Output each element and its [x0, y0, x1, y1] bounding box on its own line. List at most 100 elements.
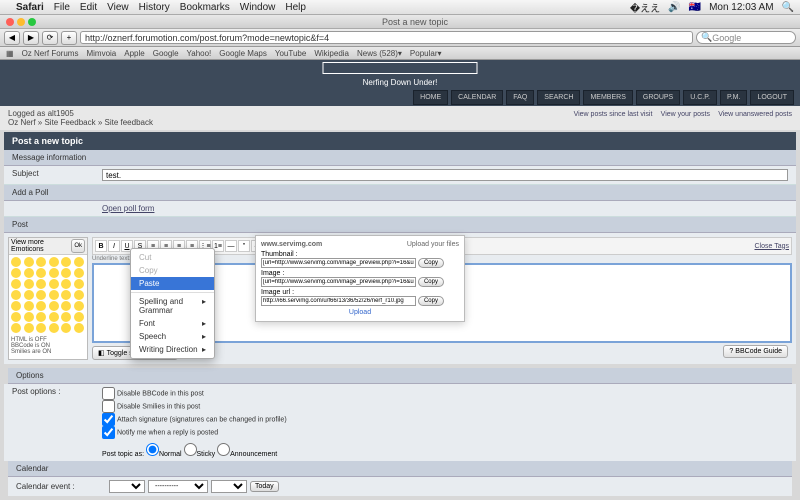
smiley-icon[interactable]	[61, 312, 71, 322]
bookmark-link[interactable]: Wikipedia	[314, 49, 349, 58]
bookmark-link[interactable]: Google Maps	[219, 49, 267, 58]
radio-announcement[interactable]	[217, 443, 230, 456]
clock[interactable]: Mon 12:03 AM	[709, 2, 773, 13]
smiley-icon[interactable]	[36, 301, 46, 311]
smiley-icon[interactable]	[49, 257, 59, 267]
smiley-icon[interactable]	[24, 290, 34, 300]
back-button[interactable]: ◀	[4, 31, 20, 45]
smiley-icon[interactable]	[24, 301, 34, 311]
smiley-icon[interactable]	[24, 323, 34, 333]
smiley-icon[interactable]	[11, 290, 21, 300]
zoom-icon[interactable]	[28, 18, 36, 26]
smiley-icon[interactable]	[49, 290, 59, 300]
bbcode-guide-button[interactable]: ? BBCode Guide	[723, 345, 788, 358]
forward-button[interactable]: ▶	[23, 31, 39, 45]
smiley-icon[interactable]	[24, 279, 34, 289]
smiley-icon[interactable]	[74, 290, 84, 300]
cal-day-select[interactable]	[109, 480, 145, 493]
url-input[interactable]: http://oznerf.forumotion.com/post.forum?…	[80, 31, 693, 44]
reload-button[interactable]: ⟳	[42, 31, 58, 45]
smiley-icon[interactable]	[36, 290, 46, 300]
smiley-icon[interactable]	[24, 312, 34, 322]
opt-attach-sig[interactable]: Attach signature (signatures can be chan…	[102, 413, 788, 426]
bookmark-link[interactable]: Google	[153, 49, 179, 58]
link-unanswered[interactable]: View unanswered posts	[718, 111, 792, 118]
smiley-icon[interactable]	[61, 257, 71, 267]
opt-notify[interactable]: Notify me when a reply is posted	[102, 426, 788, 439]
nav-groups[interactable]: GROUPS	[636, 90, 680, 105]
bookmark-link[interactable]: Mimvoia	[86, 49, 116, 58]
opt-disable-bbcode[interactable]: Disable BBCode in this post	[102, 387, 788, 400]
smiley-icon[interactable]	[11, 279, 21, 289]
today-button[interactable]: Today	[250, 481, 279, 492]
hr-button[interactable]: —	[225, 240, 237, 252]
quote-button[interactable]: "	[238, 240, 250, 252]
nav-pm[interactable]: P.M.	[720, 90, 748, 105]
menu-window[interactable]: Window	[240, 2, 276, 13]
smiley-icon[interactable]	[36, 323, 46, 333]
menu-help[interactable]: Help	[285, 2, 306, 13]
ctx-spelling[interactable]: Spelling and Grammar▸	[131, 295, 214, 317]
cal-month-select[interactable]: ----------	[148, 480, 208, 493]
smiley-icon[interactable]	[11, 301, 21, 311]
volume-icon[interactable]: 🔊	[668, 2, 680, 13]
smiley-icon[interactable]	[36, 312, 46, 322]
smiley-icon[interactable]	[61, 323, 71, 333]
smiley-icon[interactable]	[24, 257, 34, 267]
nav-logout[interactable]: LOGOUT	[750, 90, 794, 105]
menu-edit[interactable]: Edit	[80, 2, 97, 13]
copy-thumb-button[interactable]: Copy	[418, 258, 444, 268]
copy-url-button[interactable]: Copy	[418, 296, 444, 306]
smiley-icon[interactable]	[11, 312, 21, 322]
nav-ucp[interactable]: U.C.P.	[683, 90, 717, 105]
smiley-icon[interactable]	[36, 257, 46, 267]
nav-faq[interactable]: FAQ	[506, 90, 534, 105]
menu-file[interactable]: File	[54, 2, 70, 13]
nav-members[interactable]: MEMBERS	[583, 90, 632, 105]
smiley-icon[interactable]	[36, 268, 46, 278]
upload-link[interactable]: Upload	[349, 309, 371, 316]
ctx-speech[interactable]: Speech▸	[131, 330, 214, 343]
open-poll-link[interactable]: Open poll form	[102, 204, 154, 213]
opt-disable-smilies[interactable]: Disable Smilies in this post	[102, 400, 788, 413]
imgurl-input[interactable]	[261, 296, 416, 306]
bookmarks-icon[interactable]: ▦	[6, 49, 14, 58]
bookmark-link[interactable]: Oz Nerf Forums	[22, 49, 79, 58]
radio-normal[interactable]	[146, 443, 159, 456]
smiley-icon[interactable]	[24, 268, 34, 278]
smiley-icon[interactable]	[11, 268, 21, 278]
smiley-ok[interactable]: Ok	[71, 239, 85, 253]
smiley-icon[interactable]	[74, 268, 84, 278]
ctx-writing-direction[interactable]: Writing Direction▸	[131, 343, 214, 356]
smiley-icon[interactable]	[49, 312, 59, 322]
breadcrumb-path[interactable]: Oz Nerf » Site Feedback » Site feedback	[8, 118, 153, 127]
smiley-icon[interactable]	[61, 268, 71, 278]
smiley-icon[interactable]	[74, 312, 84, 322]
smiley-icon[interactable]	[61, 279, 71, 289]
link-your-posts[interactable]: View your posts	[661, 111, 710, 118]
link-since-last[interactable]: View posts since last visit	[574, 111, 653, 118]
smiley-icon[interactable]	[49, 323, 59, 333]
smiley-icon[interactable]	[49, 279, 59, 289]
smiley-icon[interactable]	[49, 301, 59, 311]
flag-icon[interactable]: 🇦🇺	[689, 2, 701, 13]
bookmark-link[interactable]: Apple	[124, 49, 144, 58]
menu-bookmarks[interactable]: Bookmarks	[180, 2, 230, 13]
smiley-header[interactable]: View more Emoticons	[11, 239, 71, 253]
wifi-icon[interactable]: �ええ	[630, 0, 660, 15]
smiley-icon[interactable]	[11, 323, 21, 333]
smiley-icon[interactable]	[74, 323, 84, 333]
subject-input[interactable]	[102, 169, 788, 181]
nav-home[interactable]: HOME	[413, 90, 448, 105]
menu-history[interactable]: History	[139, 2, 170, 13]
minimize-icon[interactable]	[17, 18, 25, 26]
bookmark-link[interactable]: News (528)▾	[357, 49, 402, 58]
add-button[interactable]: +	[61, 31, 77, 45]
thumb-input[interactable]	[261, 258, 416, 268]
italic-button[interactable]: I	[108, 240, 120, 252]
ctx-font[interactable]: Font▸	[131, 317, 214, 330]
app-name[interactable]: Safari	[16, 2, 44, 13]
smiley-icon[interactable]	[61, 301, 71, 311]
smiley-icon[interactable]	[49, 268, 59, 278]
smiley-icon[interactable]	[74, 257, 84, 267]
